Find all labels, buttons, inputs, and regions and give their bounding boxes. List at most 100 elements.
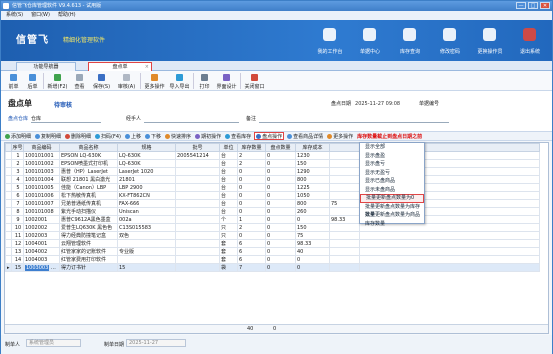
table-cell[interactable]: 40 [295, 247, 330, 256]
tab-stocktake[interactable]: 盘点单 × [88, 62, 152, 71]
table-cell[interactable]: 0 [295, 263, 330, 272]
table-cell[interactable]: 紫光手动扫描仪 [59, 207, 118, 216]
table-cell[interactable]: 0 [265, 183, 296, 192]
table-cell[interactable]: 2 [237, 159, 266, 168]
table-cell[interactable]: 0 [237, 175, 266, 184]
dropdown-item-0[interactable]: 显示全部 [360, 143, 424, 152]
note-input[interactable] [259, 115, 450, 123]
table-row[interactable]: 13 1004002 红管家家的记账软件 专业版 套 6 0 40 [5, 247, 540, 256]
table-cell[interactable]: 1002003 [23, 231, 60, 240]
toolbar-button-4[interactable]: 保存(S) [89, 71, 114, 91]
table-cell[interactable]: 台 [219, 183, 238, 192]
table-cell[interactable]: 惠普（HP）LaserJet [59, 167, 118, 176]
nav-stock[interactable]: 库存查询 [390, 22, 430, 60]
table-cell[interactable]: 0 [265, 159, 296, 168]
table-cell[interactable]: 0 [237, 231, 266, 240]
maximize-button[interactable]: □ [528, 2, 538, 9]
column-header[interactable]: 商品名称 [59, 143, 118, 152]
table-cell[interactable] [175, 247, 220, 256]
table-cell[interactable]: 6 [11, 191, 24, 200]
table-cell[interactable]: 100101002 [23, 159, 60, 168]
nav-workbench[interactable]: 我的工作台 [310, 22, 350, 60]
table-cell[interactable] [175, 183, 220, 192]
table-cell[interactable]: 14 [11, 255, 24, 264]
table-cell[interactable]: 0 [265, 175, 296, 184]
browse-icon[interactable]: … [49, 265, 56, 271]
table-cell[interactable]: 1050 [295, 191, 330, 200]
table-row[interactable]: 8 100101008 紫光手动扫描仪 Uniscan 台 0 0 260 [5, 207, 540, 216]
table-cell[interactable] [175, 223, 220, 232]
table-cell[interactable]: 1225 [295, 183, 330, 192]
table-cell[interactable]: LaserJet 1020 [117, 167, 176, 176]
table-cell[interactable] [175, 207, 220, 216]
table-cell[interactable] [117, 239, 176, 248]
table-row[interactable]: 2 100101002 EPSON喷墨式打印机 LQ-630K 台 2 0 150 [5, 159, 540, 168]
table-row[interactable]: 1 100101001 EPSON LQ-630K LQ-630K 2005541214… [5, 151, 540, 160]
table-cell[interactable] [175, 231, 220, 240]
table-cell[interactable]: 台 [219, 175, 238, 184]
table-cell[interactable]: 0 [265, 191, 296, 200]
table-cell[interactable]: 12 [11, 239, 24, 248]
table-row[interactable]: ▸ 15 1003003 … 得力订书针 15 袋 7 0 0 [5, 263, 540, 272]
table-row[interactable]: 6 100101006 松下热敏传真机 KX-FT862CN 台 0 0 1050 [5, 191, 540, 200]
table-cell[interactable]: 0 [265, 151, 296, 160]
action-5[interactable]: 下移 [144, 132, 162, 140]
action-7[interactable]: 期初操作 [194, 132, 222, 140]
table-row[interactable]: 4 100101004 联想 21801 黑白激光 21801 台 0 0 800 [5, 175, 540, 184]
toolbar-button-8[interactable]: 打印 [195, 71, 214, 91]
table-row[interactable]: 14 1004003 红管家费用打印软件套 6 0 0 [5, 255, 540, 264]
nav-password[interactable]: 修改密码 [430, 22, 470, 60]
close-button[interactable]: ✕ [540, 2, 550, 9]
dropdown-item-5[interactable]: 显示未盘商品 [360, 186, 424, 195]
table-cell[interactable]: LQ-630K [117, 159, 176, 168]
table-cell[interactable]: 9 [11, 215, 24, 224]
table-cell[interactable]: 100101004 [23, 175, 60, 184]
column-header[interactable]: 单位 [219, 143, 238, 152]
table-cell[interactable]: 4 [11, 175, 24, 184]
table-cell[interactable]: 75 [295, 231, 330, 240]
table-cell[interactable] [175, 159, 220, 168]
table-row[interactable]: 3 100101003 惠普（HP）LaserJet LaserJet 1020 台 0 0… [5, 167, 540, 176]
table-cell[interactable]: 0 [265, 167, 296, 176]
toolbar-button-3[interactable]: 查看 [70, 71, 89, 91]
toolbar-button-7[interactable]: 导入导出 [167, 71, 192, 91]
table-cell[interactable]: 7 [11, 199, 24, 208]
table-cell[interactable]: 8 [11, 207, 24, 216]
menu-window[interactable]: 窗口(W) [31, 11, 50, 20]
table-cell[interactable]: 惠普C9612A黑色墨盒 [59, 215, 118, 224]
column-header[interactable]: 库存成本 [295, 143, 330, 152]
table-cell[interactable]: 袋 [219, 263, 238, 272]
table-cell[interactable]: 1002001 [23, 215, 60, 224]
toolbar-button-2[interactable]: 新增(F2) [45, 71, 70, 91]
table-cell[interactable]: 0 [265, 231, 296, 240]
table-cell[interactable]: 0 [265, 247, 296, 256]
table-cell[interactable]: 套 [219, 239, 238, 248]
table-cell[interactable] [175, 255, 220, 264]
table-cell[interactable]: 0 [237, 183, 266, 192]
minimize-button[interactable]: — [516, 2, 526, 9]
column-header[interactable]: 规格 [117, 143, 176, 152]
table-cell[interactable]: 台 [219, 167, 238, 176]
action-3[interactable]: 扫码(F4) [94, 132, 122, 140]
action-9[interactable]: 盘点操作 [254, 132, 285, 140]
table-cell[interactable]: 2005541214 [175, 151, 220, 160]
table-cell[interactable]: 100101005 [23, 183, 60, 192]
table-cell[interactable]: KX-FT862CN [117, 191, 176, 200]
table-cell[interactable]: 0 [237, 199, 266, 208]
action-11[interactable]: 更多操作 [326, 132, 354, 140]
table-cell[interactable]: 100101003 [23, 167, 60, 176]
table-cell[interactable]: 0 [265, 239, 296, 248]
table-cell[interactable]: 6 [237, 239, 266, 248]
table-cell[interactable]: 0 [265, 207, 296, 216]
table-cell[interactable]: 2 [11, 159, 24, 168]
table-cell[interactable]: 2 [237, 223, 266, 232]
table-cell[interactable]: 150 [295, 159, 330, 168]
table-cell[interactable]: 0 [237, 191, 266, 200]
table-cell[interactable]: 21801 [117, 175, 176, 184]
table-cell[interactable]: LQ-630K [117, 151, 176, 160]
column-header[interactable]: 序号 [11, 143, 24, 152]
table-cell[interactable]: 只 [219, 223, 238, 232]
column-header[interactable]: 盘点数量 [265, 143, 296, 152]
tab-close-icon[interactable]: × [145, 63, 149, 71]
table-cell[interactable]: 1002002 [23, 223, 60, 232]
